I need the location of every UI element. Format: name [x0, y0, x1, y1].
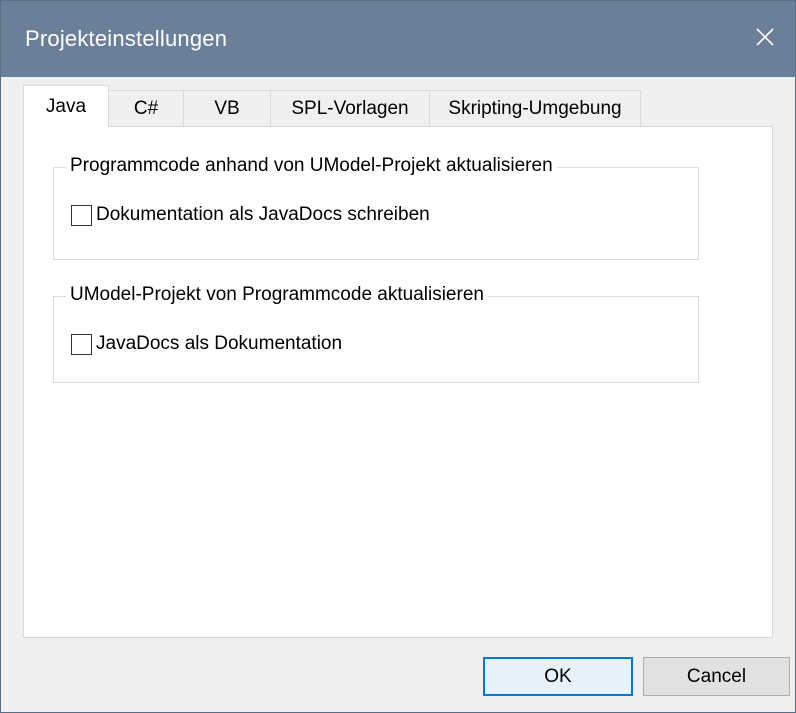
- close-button[interactable]: [735, 1, 795, 77]
- tab-csharp[interactable]: C#: [108, 90, 184, 126]
- group-legend: UModel-Projekt von Programmcode aktualis…: [66, 284, 488, 306]
- tab-label: Java: [45, 95, 87, 117]
- checkbox-box[interactable]: [71, 333, 92, 355]
- cancel-button[interactable]: Cancel: [643, 657, 790, 696]
- ok-button-label: OK: [544, 665, 572, 687]
- tab-label: Skripting-Umgebung: [448, 97, 622, 119]
- checkbox-write-javadocs[interactable]: Dokumentation als JavaDocs schreiben: [71, 204, 430, 226]
- tab-label: VB: [214, 97, 240, 119]
- ok-button[interactable]: OK: [483, 657, 633, 696]
- tab-spl-vorlagen[interactable]: SPL-Vorlagen: [270, 90, 430, 126]
- dialog-title: Projekteinstellungen: [25, 26, 228, 51]
- tab-vb[interactable]: VB: [183, 90, 271, 126]
- group-legend: Programmcode anhand von UModel-Projekt a…: [66, 155, 557, 177]
- cancel-button-label: Cancel: [686, 665, 747, 687]
- tab-java[interactable]: Java: [23, 85, 109, 127]
- dialog-body: Java C# VB SPL-Vorlagen Skripting-Umgebu…: [1, 77, 795, 712]
- project-settings-dialog: Projekteinstellungen Java C# VB SPL-Vorl…: [0, 0, 796, 713]
- checkbox-label: JavaDocs als Dokumentation: [96, 333, 343, 354]
- checkbox-javadocs-as-documentation[interactable]: JavaDocs als Dokumentation: [71, 333, 342, 355]
- tab-label: C#: [133, 97, 159, 119]
- group-model-update: UModel-Projekt von Programmcode aktualis…: [53, 284, 699, 383]
- group-code-update: Programmcode anhand von UModel-Projekt a…: [53, 155, 699, 260]
- checkbox-box[interactable]: [71, 204, 92, 226]
- tab-label: SPL-Vorlagen: [291, 97, 409, 119]
- close-icon: [755, 27, 775, 52]
- checkbox-label: Dokumentation als JavaDocs schreiben: [96, 204, 430, 225]
- tab-panel-java: Programmcode anhand von UModel-Projekt a…: [23, 126, 773, 638]
- title-bar[interactable]: Projekteinstellungen: [1, 1, 795, 77]
- tab-skripting-umgebung[interactable]: Skripting-Umgebung: [429, 90, 641, 126]
